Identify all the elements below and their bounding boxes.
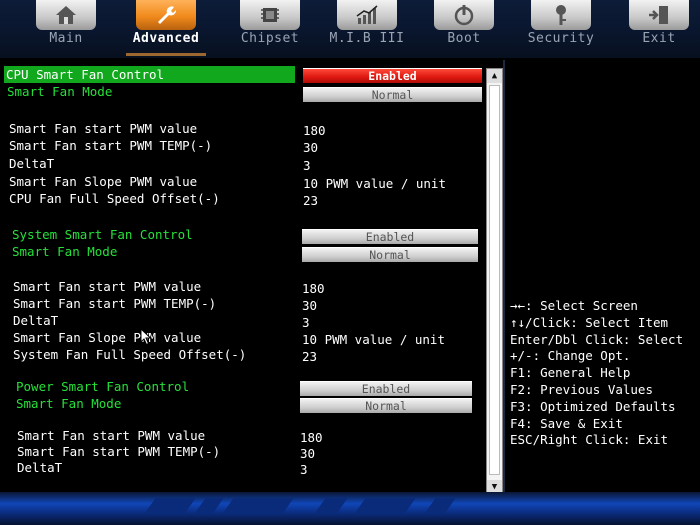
help-previous-values: F2: Previous Values <box>510 381 653 397</box>
power-icon <box>454 5 474 26</box>
power-pwm-value[interactable]: 180 <box>300 430 323 445</box>
tab-main[interactable]: Main <box>22 0 110 58</box>
power-delta[interactable]: 3 <box>300 462 308 477</box>
power-delta-label: DeltaT <box>17 460 63 475</box>
exit-door-icon <box>649 6 668 24</box>
help-select-item: ↑↓/Click: Select Item <box>510 314 669 330</box>
power-pwm-temp[interactable]: 30 <box>300 446 315 461</box>
cpu-pwm-value-label: Smart Fan start PWM value <box>9 121 198 136</box>
system-smart-fan-mode-value[interactable]: Normal <box>302 247 478 262</box>
cpu-offset[interactable]: 23 <box>303 193 318 208</box>
cpu-smart-fan-mode-value[interactable]: Normal <box>303 87 482 102</box>
cpu-delta-label: DeltaT <box>9 156 55 171</box>
help-change-opt: +/-: Change Opt. <box>510 348 631 364</box>
system-delta[interactable]: 3 <box>302 315 310 330</box>
bar-chart-icon <box>356 5 378 24</box>
tab-exit-label: Exit <box>642 31 676 46</box>
tab-exit[interactable]: Exit <box>615 0 700 58</box>
system-pwm-value-label: Smart Fan start PWM value <box>13 279 202 294</box>
scroll-thumb[interactable] <box>489 85 500 475</box>
scroll-up-arrow-icon[interactable]: ▲ <box>487 69 502 83</box>
wrench-icon <box>158 6 177 24</box>
top-tab-bar: Main Advanced Chipset M.I.B III Boot Sec… <box>0 0 700 58</box>
cpu-pwm-temp[interactable]: 30 <box>303 140 318 155</box>
mouse-pointer-icon <box>140 328 152 346</box>
system-slope[interactable]: 10 PWM value / unit <box>302 332 445 347</box>
help-optimized-defaults: F3: Optimized Defaults <box>510 398 676 414</box>
chip-icon <box>261 8 279 22</box>
cpu-pwm-value[interactable]: 180 <box>303 123 326 138</box>
help-esc-exit: ESC/Right Click: Exit <box>510 432 669 448</box>
key-icon <box>556 5 566 25</box>
system-smart-fan-control-value[interactable]: Enabled <box>302 229 478 244</box>
tab-advanced[interactable]: Advanced <box>122 0 210 58</box>
tab-advanced-label: Advanced <box>132 31 200 46</box>
bottom-decorative-bar <box>0 492 700 525</box>
system-delta-label: DeltaT <box>13 313 59 328</box>
tab-main-label: Main <box>49 31 83 46</box>
cpu-offset-label: CPU Fan Full Speed Offset(-) <box>9 191 220 206</box>
settings-scrollbar[interactable]: ▲ ▼ <box>486 68 503 495</box>
system-slope-label: Smart Fan Slope PWM value <box>13 330 202 345</box>
cpu-delta[interactable]: 3 <box>303 158 311 173</box>
tab-security[interactable]: Security <box>517 0 605 58</box>
tab-boot[interactable]: Boot <box>420 0 508 58</box>
cpu-slope[interactable]: 10 PWM value / unit <box>303 176 446 191</box>
help-panel: →←: Select Screen ↑↓/Click: Select Item … <box>510 298 700 449</box>
power-smart-fan-mode-label[interactable]: Smart Fan Mode <box>16 396 121 411</box>
power-pwm-value-label: Smart Fan start PWM value <box>17 428 206 443</box>
cpu-smart-fan-mode-label[interactable]: Smart Fan Mode <box>7 84 112 99</box>
panel-divider <box>503 60 505 492</box>
system-pwm-temp-label: Smart Fan start PWM TEMP(-) <box>13 296 217 311</box>
cpu-slope-label: Smart Fan Slope PWM value <box>9 174 198 189</box>
help-enter-select: Enter/Dbl Click: Select <box>510 331 684 347</box>
system-offset[interactable]: 23 <box>302 349 317 364</box>
settings-panel: CPU Smart Fan Control Enabled Smart Fan … <box>0 60 700 495</box>
system-pwm-value[interactable]: 180 <box>302 281 325 296</box>
tab-chipset[interactable]: Chipset <box>226 0 314 58</box>
system-pwm-temp[interactable]: 30 <box>302 298 317 313</box>
system-offset-label: System Fan Full Speed Offset(-) <box>13 347 247 362</box>
home-icon <box>56 6 76 24</box>
tab-boot-label: Boot <box>447 31 481 46</box>
tab-mib[interactable]: M.I.B III <box>323 0 411 58</box>
cpu-pwm-temp-label: Smart Fan start PWM TEMP(-) <box>9 138 213 153</box>
system-smart-fan-control-label[interactable]: System Smart Fan Control <box>12 227 193 242</box>
power-smart-fan-mode-value[interactable]: Normal <box>300 398 472 413</box>
system-smart-fan-mode-label[interactable]: Smart Fan Mode <box>12 244 117 259</box>
tab-chipset-label: Chipset <box>240 31 300 46</box>
help-general-help: F1: General Help <box>510 365 631 381</box>
cpu-smart-fan-control-value[interactable]: Enabled <box>303 68 482 83</box>
power-smart-fan-control-label[interactable]: Power Smart Fan Control <box>16 379 189 394</box>
tab-security-label: Security <box>527 31 595 46</box>
help-select-screen: →←: Select Screen <box>510 298 638 313</box>
cpu-smart-fan-control-label[interactable]: CPU Smart Fan Control <box>4 66 295 83</box>
tab-mib-label: M.I.B III <box>329 31 405 46</box>
power-smart-fan-control-value[interactable]: Enabled <box>300 381 472 396</box>
help-save-exit: F4: Save & Exit <box>510 415 623 431</box>
power-pwm-temp-label: Smart Fan start PWM TEMP(-) <box>17 444 221 459</box>
